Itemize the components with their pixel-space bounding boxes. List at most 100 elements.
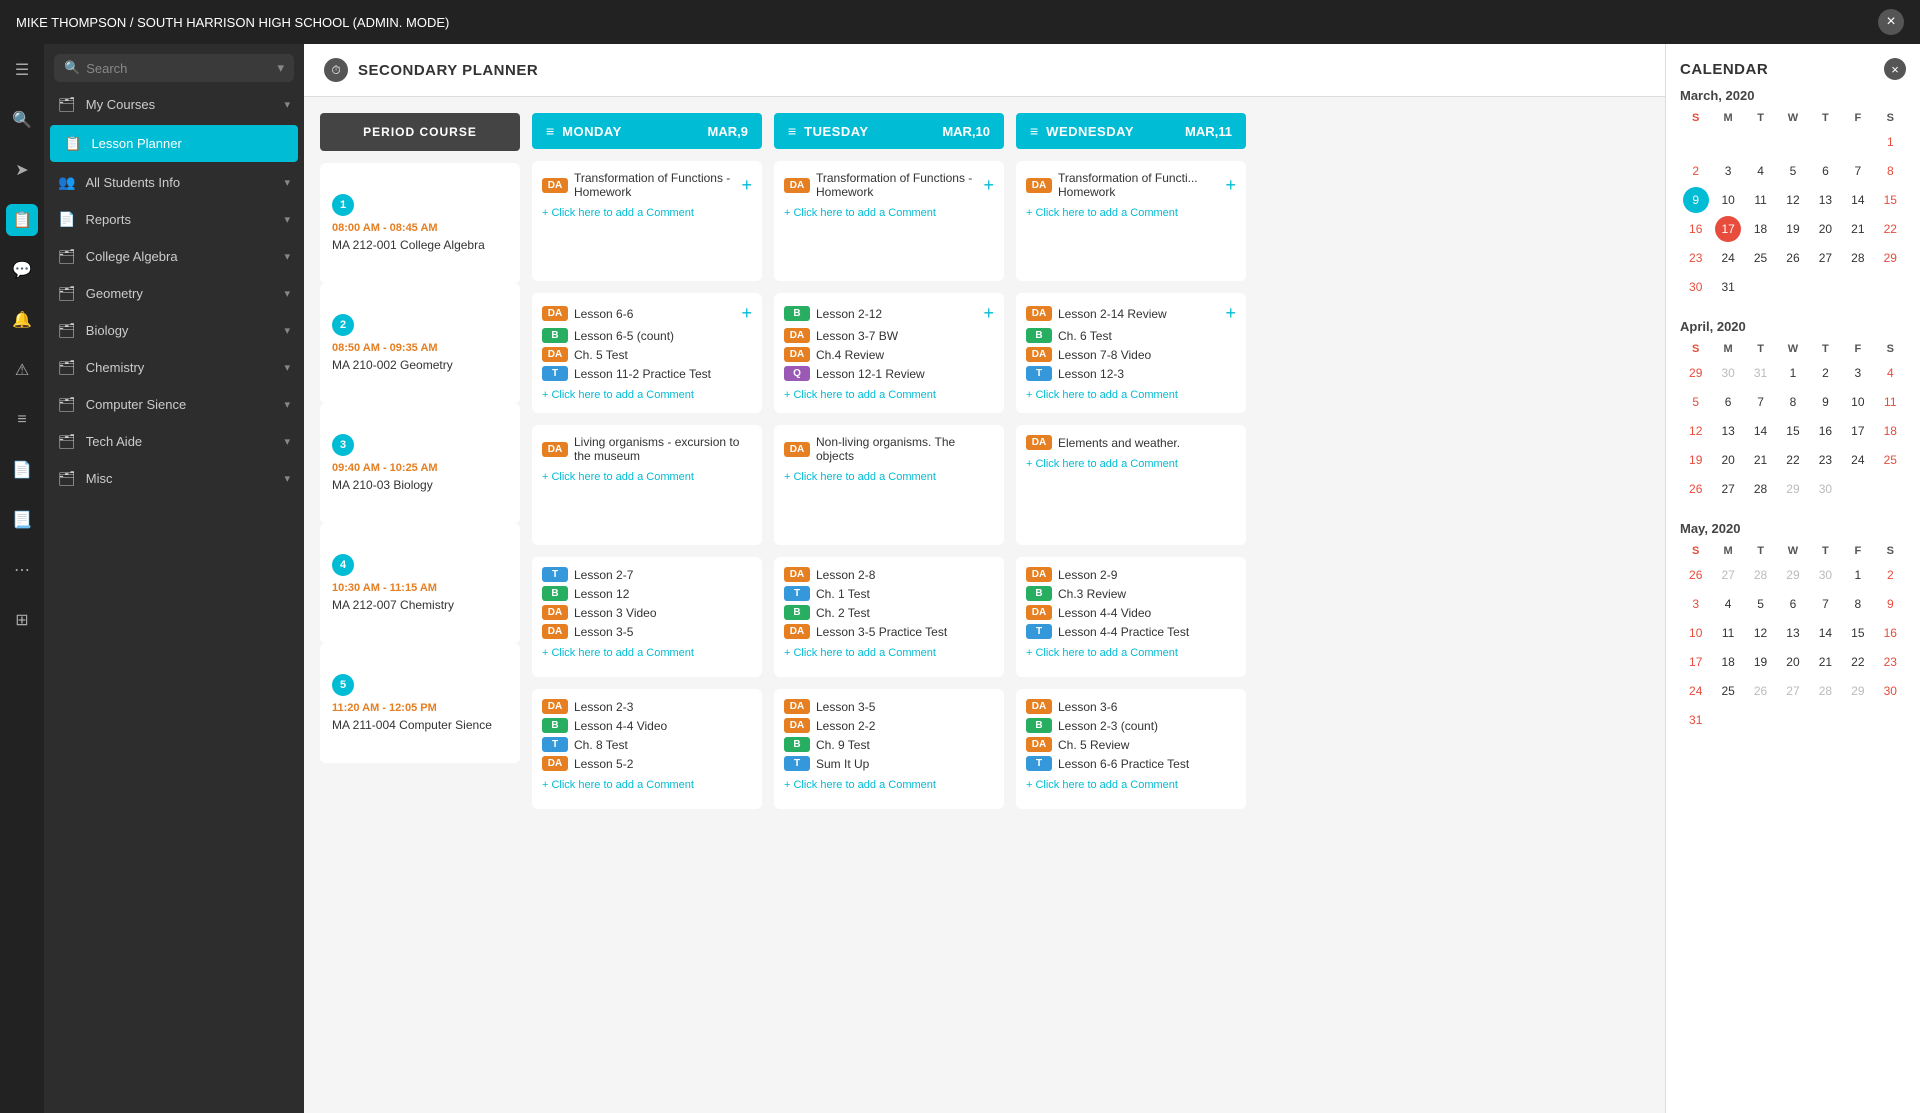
add-comment-0-4[interactable]: + Click here to add a Comment xyxy=(542,779,752,791)
topbar-close-button[interactable]: × xyxy=(1878,9,1904,35)
add-comment-0-1[interactable]: + Click here to add a Comment xyxy=(542,389,752,401)
cal-day-0-29[interactable]: 29 xyxy=(1877,245,1903,271)
add-comment-2-4[interactable]: + Click here to add a Comment xyxy=(1026,779,1236,791)
cal-day-1-30[interactable]: 30 xyxy=(1812,476,1838,502)
cal-day-2-19[interactable]: 19 xyxy=(1748,649,1774,675)
sidebar-item-my-courses[interactable]: 🗂 My Courses ▾ xyxy=(44,86,304,123)
cal-day-0-28[interactable]: 28 xyxy=(1845,245,1871,271)
cal-day-2-5[interactable]: 5 xyxy=(1748,591,1774,617)
cal-day-0-9[interactable]: 9 xyxy=(1683,187,1709,213)
cal-day-1-14[interactable]: 14 xyxy=(1748,418,1774,444)
cal-day-1-15[interactable]: 15 xyxy=(1780,418,1806,444)
cal-day-0-19[interactable]: 19 xyxy=(1780,216,1806,242)
cal-day-1-6[interactable]: 6 xyxy=(1715,389,1741,415)
cal-day-1-2[interactable]: 2 xyxy=(1812,360,1838,386)
cal-day-2-1[interactable]: 1 xyxy=(1845,562,1871,588)
cal-day-1-4[interactable]: 4 xyxy=(1877,360,1903,386)
nav-icon-menu[interactable]: ☰ xyxy=(6,54,38,86)
add-comment-2-1[interactable]: + Click here to add a Comment xyxy=(1026,389,1236,401)
cal-day-1-16[interactable]: 16 xyxy=(1812,418,1838,444)
cal-day-1-3[interactable]: 3 xyxy=(1845,360,1871,386)
cal-day-0-4[interactable]: 4 xyxy=(1748,158,1774,184)
cell-plus-icon[interactable]: + xyxy=(741,303,752,324)
cal-day-2-20[interactable]: 20 xyxy=(1780,649,1806,675)
add-comment-0-0[interactable]: + Click here to add a Comment xyxy=(542,207,752,219)
add-comment-0-2[interactable]: + Click here to add a Comment xyxy=(542,471,752,483)
nav-icon-navigate[interactable]: ➤ xyxy=(6,154,38,186)
cal-day-1-21[interactable]: 21 xyxy=(1748,447,1774,473)
cal-day-1-8[interactable]: 8 xyxy=(1780,389,1806,415)
add-comment-1-0[interactable]: + Click here to add a Comment xyxy=(784,207,994,219)
cal-day-0-23[interactable]: 23 xyxy=(1683,245,1709,271)
cal-day-0-7[interactable]: 7 xyxy=(1845,158,1871,184)
add-comment-1-1[interactable]: + Click here to add a Comment xyxy=(784,389,994,401)
nav-icon-bell[interactable]: 🔔 xyxy=(6,304,38,336)
cal-day-0-17[interactable]: 17 xyxy=(1715,216,1741,242)
cal-day-1-22[interactable]: 22 xyxy=(1780,447,1806,473)
add-comment-1-2[interactable]: + Click here to add a Comment xyxy=(784,471,994,483)
cal-day-2-2[interactable]: 2 xyxy=(1877,562,1903,588)
cal-day-1-24[interactable]: 24 xyxy=(1845,447,1871,473)
cal-day-2-25[interactable]: 25 xyxy=(1715,678,1741,704)
sidebar-item-lesson-planner[interactable]: 📋 Lesson Planner xyxy=(50,125,298,162)
search-input[interactable] xyxy=(86,61,271,76)
cal-day-2-22[interactable]: 22 xyxy=(1845,649,1871,675)
add-comment-1-4[interactable]: + Click here to add a Comment xyxy=(784,779,994,791)
add-comment-1-3[interactable]: + Click here to add a Comment xyxy=(784,647,994,659)
cal-day-1-9[interactable]: 9 xyxy=(1812,389,1838,415)
cal-day-2-12[interactable]: 12 xyxy=(1748,620,1774,646)
cal-day-2-11[interactable]: 11 xyxy=(1715,620,1741,646)
cal-day-2-31[interactable]: 31 xyxy=(1683,707,1709,733)
cal-day-1-20[interactable]: 20 xyxy=(1715,447,1741,473)
cal-day-0-22[interactable]: 22 xyxy=(1877,216,1903,242)
cal-day-0-27[interactable]: 27 xyxy=(1812,245,1838,271)
cal-day-2-24[interactable]: 24 xyxy=(1683,678,1709,704)
cal-day-0-30[interactable]: 30 xyxy=(1683,274,1709,300)
cal-day-1-26[interactable]: 26 xyxy=(1683,476,1709,502)
cal-day-2-28[interactable]: 28 xyxy=(1748,562,1774,588)
cal-day-1-25[interactable]: 25 xyxy=(1877,447,1903,473)
calendar-close-button[interactable]: × xyxy=(1884,58,1906,80)
cal-day-0-10[interactable]: 10 xyxy=(1715,187,1741,213)
sidebar-item-all-students-info[interactable]: 👥 All Students Info ▾ xyxy=(44,164,304,201)
cal-day-1-29[interactable]: 29 xyxy=(1683,360,1709,386)
cal-day-2-15[interactable]: 15 xyxy=(1845,620,1871,646)
sidebar-item-biology[interactable]: 🗂 Biology ▾ xyxy=(44,312,304,349)
nav-icon-doc[interactable]: 📄 xyxy=(6,454,38,486)
cal-day-0-18[interactable]: 18 xyxy=(1748,216,1774,242)
cal-day-2-3[interactable]: 3 xyxy=(1683,591,1709,617)
cal-day-0-24[interactable]: 24 xyxy=(1715,245,1741,271)
cal-day-1-12[interactable]: 12 xyxy=(1683,418,1709,444)
nav-icon-chat[interactable]: 💬 xyxy=(6,254,38,286)
cal-day-0-5[interactable]: 5 xyxy=(1780,158,1806,184)
sidebar-item-computer-sience[interactable]: 🗂 Computer Sience ▾ xyxy=(44,386,304,423)
cal-day-0-16[interactable]: 16 xyxy=(1683,216,1709,242)
add-comment-2-0[interactable]: + Click here to add a Comment xyxy=(1026,207,1236,219)
cal-day-2-27[interactable]: 27 xyxy=(1715,562,1741,588)
cal-day-0-15[interactable]: 15 xyxy=(1877,187,1903,213)
cal-day-2-26[interactable]: 26 xyxy=(1683,562,1709,588)
cal-day-0-11[interactable]: 11 xyxy=(1748,187,1774,213)
cal-day-0-12[interactable]: 12 xyxy=(1780,187,1806,213)
cal-day-2-27[interactable]: 27 xyxy=(1780,678,1806,704)
cell-plus-icon[interactable]: + xyxy=(983,303,994,324)
sidebar-item-college-algebra[interactable]: 🗂 College Algebra ▾ xyxy=(44,238,304,275)
nav-icon-alert[interactable]: ⚠ xyxy=(6,354,38,386)
cal-day-2-30[interactable]: 30 xyxy=(1877,678,1903,704)
cal-day-2-29[interactable]: 29 xyxy=(1780,562,1806,588)
cal-day-2-7[interactable]: 7 xyxy=(1812,591,1838,617)
cal-day-0-20[interactable]: 20 xyxy=(1812,216,1838,242)
cal-day-1-1[interactable]: 1 xyxy=(1780,360,1806,386)
cal-day-2-16[interactable]: 16 xyxy=(1877,620,1903,646)
cal-day-1-28[interactable]: 28 xyxy=(1748,476,1774,502)
cal-day-0-26[interactable]: 26 xyxy=(1780,245,1806,271)
cal-day-1-18[interactable]: 18 xyxy=(1877,418,1903,444)
cell-plus-icon[interactable]: + xyxy=(1225,175,1236,196)
nav-icon-box[interactable]: ⊞ xyxy=(6,604,38,636)
cal-day-1-17[interactable]: 17 xyxy=(1845,418,1871,444)
add-comment-2-3[interactable]: + Click here to add a Comment xyxy=(1026,647,1236,659)
cal-day-0-31[interactable]: 31 xyxy=(1715,274,1741,300)
nav-icon-planner[interactable]: 📋 xyxy=(6,204,38,236)
cal-day-2-4[interactable]: 4 xyxy=(1715,591,1741,617)
cal-day-2-26[interactable]: 26 xyxy=(1748,678,1774,704)
